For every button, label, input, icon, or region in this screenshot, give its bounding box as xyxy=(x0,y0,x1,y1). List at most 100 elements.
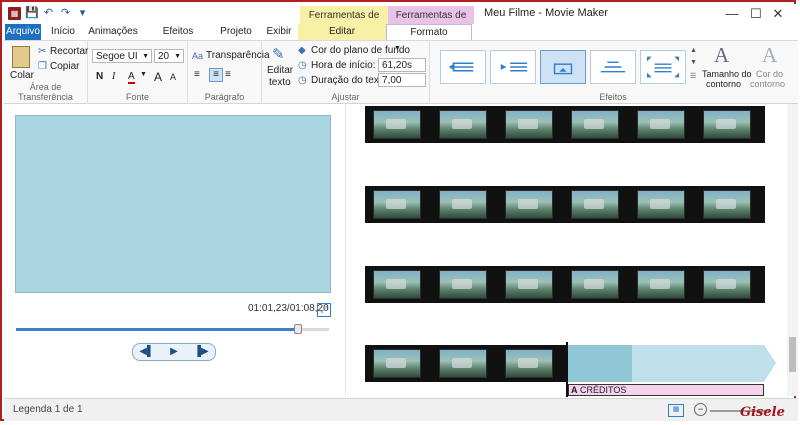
caption-clip[interactable] xyxy=(632,345,764,382)
outline-color-icon[interactable]: A xyxy=(762,43,777,68)
clip-thumbnail[interactable] xyxy=(497,186,563,223)
font-size-select[interactable]: 20 ▼ xyxy=(154,49,184,63)
thumbnail-image xyxy=(703,110,751,139)
zoom-out-icon[interactable]: − xyxy=(694,403,707,416)
tab-edit[interactable]: Editar xyxy=(298,24,386,40)
font-family-select[interactable]: Segoe UI ▼ xyxy=(92,49,152,63)
effect-scroll-up[interactable] xyxy=(540,50,586,84)
tab-animations[interactable]: Animações xyxy=(88,24,138,40)
clip-thumbnail[interactable] xyxy=(365,186,431,223)
clip-thumbnail[interactable] xyxy=(497,266,563,303)
storyboard-scrollbar[interactable] xyxy=(787,104,798,396)
video-clip-strip[interactable] xyxy=(365,186,765,223)
duration-input[interactable]: 7,00 xyxy=(378,73,426,87)
edit-text-button[interactable]: Editar xyxy=(267,65,293,76)
tab-file[interactable]: Arquivo xyxy=(5,24,41,40)
paste-button[interactable]: Colar xyxy=(10,70,34,81)
clip-thumbnail[interactable] xyxy=(695,186,761,223)
caption-credits-bar[interactable]: A CRÉDITOS xyxy=(568,384,764,396)
video-clip-strip[interactable] xyxy=(365,345,567,382)
undo-icon[interactable]: ↶ xyxy=(42,7,55,20)
clip-thumbnail[interactable] xyxy=(365,345,431,382)
app-icon[interactable]: ▦ xyxy=(8,7,21,20)
effect-perspective[interactable] xyxy=(590,50,636,84)
outline-size-button[interactable]: Tamanho do xyxy=(702,69,752,79)
align-left-icon[interactable]: ≡ xyxy=(194,69,206,80)
status-bar: Legenda 1 de 1 ▦ − xyxy=(4,398,798,421)
gallery-more-icon[interactable]: ☰ xyxy=(690,72,696,80)
thumbnail-image xyxy=(637,110,685,139)
effect-scroll-left[interactable] xyxy=(440,50,486,84)
shrink-font-button[interactable]: A xyxy=(170,72,176,82)
clip-thumbnail[interactable] xyxy=(431,186,497,223)
clip-thumbnail[interactable] xyxy=(497,106,563,143)
thumbnail-image xyxy=(373,190,421,219)
caption-clip-selected[interactable] xyxy=(567,345,632,382)
play-button[interactable]: ▶ xyxy=(160,344,187,360)
group-font: Segoe UI ▼ 20 ▼ N I A ▼ A A Fonte xyxy=(88,41,188,104)
effect-zoom[interactable] xyxy=(640,50,686,84)
tab-project[interactable]: Projeto xyxy=(216,24,256,40)
align-center-icon[interactable]: ≡ xyxy=(209,68,223,82)
paste-icon[interactable] xyxy=(12,46,30,68)
clip-thumbnail[interactable] xyxy=(629,106,695,143)
clip-thumbnail[interactable] xyxy=(365,106,431,143)
thumbnail-image xyxy=(439,110,487,139)
gallery-scroll-up-icon[interactable]: ▲ xyxy=(690,47,697,54)
clip-thumbnail[interactable] xyxy=(563,266,629,303)
clip-thumbnail[interactable] xyxy=(431,345,497,382)
close-button[interactable]: ✕ xyxy=(756,4,800,24)
cut-button[interactable]: Recortar xyxy=(50,46,88,57)
copy-button[interactable]: Copiar xyxy=(50,61,79,72)
italic-button[interactable]: I xyxy=(112,71,115,82)
fullscreen-icon[interactable]: ⤢ xyxy=(317,303,331,317)
clip-thumbnail[interactable] xyxy=(497,345,563,382)
video-clip-strip[interactable] xyxy=(365,106,765,143)
clip-thumbnail[interactable] xyxy=(695,106,761,143)
scissors-icon[interactable]: ✂ xyxy=(38,46,46,57)
seek-bar[interactable] xyxy=(16,324,329,334)
app-window: ▦ 💾 ↶ ↷ ▾ Ferramentas de Vídeo Ferrament… xyxy=(0,0,800,421)
transparency-button[interactable]: Transparência xyxy=(206,50,270,61)
clip-thumbnail[interactable] xyxy=(695,266,761,303)
clip-thumbnail[interactable] xyxy=(563,186,629,223)
clip-thumbnail[interactable] xyxy=(629,186,695,223)
window-title: Meu Filme - Movie Maker xyxy=(484,7,609,19)
transparency-icon[interactable]: Aa xyxy=(192,51,203,61)
redo-icon[interactable]: ↷ xyxy=(59,7,72,20)
tab-home[interactable]: Início xyxy=(46,24,80,40)
clip-thumbnail[interactable] xyxy=(365,266,431,303)
clip-thumbnail[interactable] xyxy=(629,266,695,303)
font-color-button[interactable]: A xyxy=(128,71,135,84)
pane-divider[interactable] xyxy=(345,104,346,396)
effect-fly-in-right[interactable] xyxy=(490,50,536,84)
tab-visual-effects[interactable]: Efeitos Visuais xyxy=(146,24,210,53)
outline-size-icon[interactable]: A xyxy=(714,43,729,68)
scrollbar-thumb[interactable] xyxy=(789,337,796,372)
next-frame-button[interactable]: ▐▶ xyxy=(188,344,215,360)
outline-color-button[interactable]: Cor do xyxy=(756,69,783,79)
video-preview[interactable] xyxy=(15,115,331,293)
align-right-icon[interactable]: ≡ xyxy=(225,69,237,80)
bold-button[interactable]: N xyxy=(96,71,103,82)
seek-thumb[interactable] xyxy=(293,324,302,334)
thumbnail-size-icon[interactable]: ▦ xyxy=(668,404,684,417)
chevron-down-icon[interactable]: ▼ xyxy=(140,71,147,78)
chevron-down-icon[interactable]: ▼ xyxy=(394,45,401,52)
clip-thumbnail[interactable] xyxy=(431,106,497,143)
clip-thumbnail[interactable] xyxy=(431,266,497,303)
previous-frame-button[interactable]: ◀▌ xyxy=(133,344,160,360)
grow-font-button[interactable]: A xyxy=(154,70,162,84)
tab-view[interactable]: Exibir xyxy=(262,24,296,40)
save-icon[interactable]: 💾 xyxy=(25,7,39,20)
start-time-input[interactable]: 61,20s xyxy=(378,58,426,72)
title-bar: ▦ 💾 ↶ ↷ ▾ Ferramentas de Vídeo Ferrament… xyxy=(4,4,800,40)
copy-icon[interactable]: ❐ xyxy=(38,61,47,72)
qat-more-icon[interactable]: ▾ xyxy=(76,7,89,20)
video-clip-strip[interactable] xyxy=(365,266,765,303)
clip-thumbnail[interactable] xyxy=(563,106,629,143)
tab-format[interactable]: Formato xyxy=(386,24,472,40)
quick-access-toolbar: ▦ 💾 ↶ ↷ ▾ xyxy=(8,7,89,20)
edit-text-icon[interactable]: ✎ xyxy=(272,45,286,63)
gallery-scroll-down-icon[interactable]: ▼ xyxy=(690,59,697,66)
